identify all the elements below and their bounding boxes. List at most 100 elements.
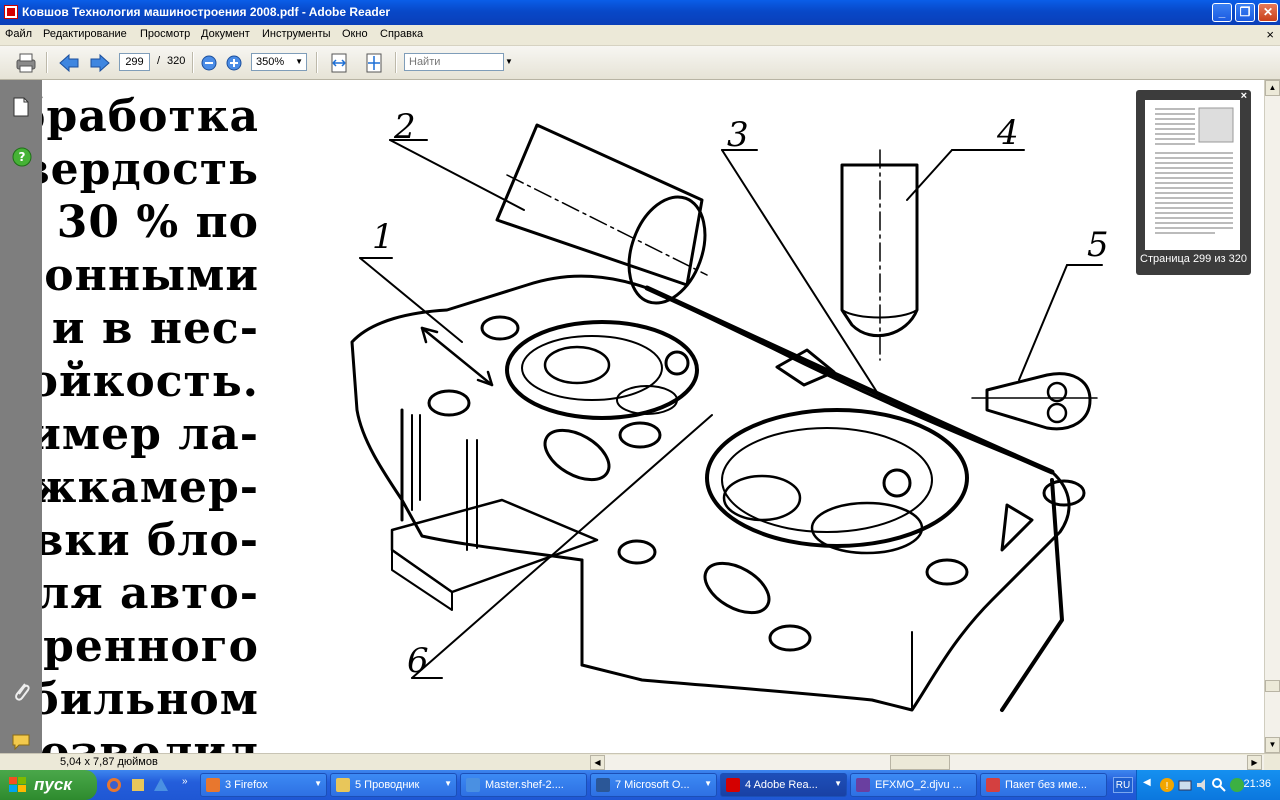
scroll-up-button[interactable]: ▲ — [1265, 80, 1280, 96]
text-line: обильном — [42, 674, 259, 725]
quicklaunch-expand-icon[interactable]: » — [182, 776, 188, 787]
taskbar-button-adobe-reader[interactable]: 4 Adobe Rea... ▼ — [720, 773, 847, 797]
thumbnail-label: Страница 299 из 320 — [1140, 253, 1247, 265]
firefox-quicklaunch-icon[interactable] — [106, 777, 122, 793]
zoom-value: 350% — [256, 56, 285, 68]
taskbar-button-firefox[interactable]: 3 Firefox ▼ — [200, 773, 327, 797]
search-input[interactable]: Найти — [404, 53, 504, 71]
menu-document[interactable]: Документ — [201, 28, 250, 40]
taskbar-button-master[interactable]: Master.shef-2.... — [460, 773, 587, 797]
horizontal-scrollbar[interactable]: ◀ ▶ — [590, 755, 1264, 770]
firefox-icon — [206, 778, 220, 792]
start-button[interactable]: пуск — [0, 770, 97, 800]
menu-tools[interactable]: Инструменты — [262, 28, 331, 40]
text-line: ежкамер- — [42, 462, 259, 513]
security-alert-icon[interactable]: ! — [1159, 777, 1175, 793]
scroll-left-button[interactable]: ◀ — [590, 755, 605, 770]
vertical-scrollbar[interactable]: ▲ ▼ — [1264, 80, 1280, 753]
quicklaunch-icon[interactable] — [130, 777, 146, 793]
text-line: твердость — [42, 144, 259, 195]
attachments-icon[interactable] — [11, 680, 33, 704]
taskbar-button-label: 7 Microsoft O... — [615, 779, 690, 791]
zoom-out-icon[interactable] — [200, 54, 218, 72]
navigation-panel: ? — [0, 80, 42, 760]
text-line: ционными — [42, 250, 259, 301]
figure-label: 6 — [407, 641, 429, 681]
toolbar-separator — [192, 52, 194, 73]
taskbar-button-label: Master.shef-2.... — [485, 779, 564, 791]
menu-help[interactable]: Справка — [380, 28, 423, 40]
page-number-input[interactable]: 299 — [119, 53, 150, 71]
comments-icon[interactable] — [11, 732, 35, 754]
document-view[interactable]: обработка твердость 30 % по ционными и в… — [42, 80, 1264, 753]
language-indicator[interactable]: RU — [1113, 777, 1133, 793]
scroll-thumb[interactable] — [1265, 680, 1280, 692]
chevron-down-icon: ▼ — [444, 779, 452, 788]
menu-view[interactable]: Просмотр — [140, 28, 190, 40]
windows-logo-icon — [9, 777, 26, 792]
horizontal-scroll-thumb[interactable] — [890, 755, 950, 770]
status-bar: 5,04 x 7,87 дюймов ◀ ▶ — [0, 753, 1280, 771]
zoom-select[interactable]: 350% ▼ — [251, 53, 307, 71]
text-line: позволил — [42, 727, 259, 753]
taskbar-button-image-editor[interactable]: Пакет без име... — [980, 773, 1107, 797]
figure-label: 3 — [727, 115, 749, 155]
text-line: 30 % по — [56, 197, 259, 248]
text-line: обработка — [42, 91, 259, 142]
previous-page-icon[interactable] — [58, 53, 80, 73]
figure-label: 4 — [996, 113, 1019, 153]
page-thumbnail-popup[interactable]: × Страница 299 из 320 — [1136, 90, 1251, 275]
app-icon — [986, 778, 1000, 792]
toolbar-separator — [46, 52, 48, 73]
menu-edit[interactable]: Редактирование — [43, 28, 127, 40]
taskbar-button-microsoft-office[interactable]: 7 Microsoft O... ▼ — [590, 773, 717, 797]
chevron-down-icon: ▼ — [834, 779, 842, 788]
scroll-down-button[interactable]: ▼ — [1265, 737, 1280, 753]
help-icon[interactable]: ? — [11, 146, 33, 168]
taskbar-button-djvu[interactable]: EFXMO_2.djvu ... — [850, 773, 977, 797]
tray-expand-icon[interactable]: ◀ — [1143, 777, 1151, 788]
thumbnail-preview — [1155, 107, 1234, 234]
chevron-down-icon: ▼ — [295, 57, 303, 66]
taskbar-button-label: 3 Firefox — [225, 779, 268, 791]
svg-text:?: ? — [19, 150, 26, 164]
text-line: овки бло- — [42, 515, 259, 566]
menu-file[interactable]: Файл — [5, 28, 32, 40]
toolbar-separator — [316, 52, 318, 73]
text-line: тойкость. — [42, 356, 259, 407]
taskbar-button-label: Пакет без име... — [1005, 779, 1087, 791]
scroll-right-button[interactable]: ▶ — [1247, 755, 1262, 770]
zoom-in-icon[interactable] — [225, 54, 243, 72]
text-line: и в нес- — [51, 303, 259, 354]
page-thumbnail[interactable] — [1145, 100, 1240, 250]
search-icon[interactable] — [1211, 777, 1227, 793]
print-icon[interactable] — [14, 52, 38, 74]
maximize-button[interactable]: ❐ — [1235, 3, 1255, 22]
text-line: имер ла- — [42, 409, 259, 460]
pages-panel-icon[interactable] — [11, 96, 31, 118]
thumbnail-close-icon[interactable]: × — [1241, 90, 1247, 102]
search-dropdown-icon[interactable]: ▼ — [505, 57, 513, 66]
text-line: еля авто- — [42, 568, 259, 619]
title-bar: Ковшов Технология машиностроения 2008.pd… — [0, 0, 1280, 25]
figure-label: 2 — [393, 107, 416, 147]
fit-page-icon[interactable] — [364, 52, 384, 74]
chevron-down-icon: ▼ — [314, 779, 322, 788]
minimize-button[interactable]: _ — [1212, 3, 1232, 22]
menu-bar: Файл Редактирование Просмотр Документ Ин… — [0, 25, 1280, 46]
taskbar-button-explorer[interactable]: 5 Проводник ▼ — [330, 773, 457, 797]
network-icon[interactable] — [1177, 777, 1193, 793]
taskbar-button-label: EFXMO_2.djvu ... — [875, 779, 962, 791]
page-size-label: 5,04 x 7,87 дюймов — [60, 756, 158, 768]
next-page-icon[interactable] — [89, 53, 111, 73]
document-close-button[interactable]: × — [1266, 27, 1274, 42]
volume-icon[interactable] — [1195, 777, 1211, 793]
toolbar-separator — [395, 52, 397, 73]
taskbar-button-label: 5 Проводник — [355, 779, 420, 791]
technical-drawing: 1 2 3 4 5 6 — [350, 107, 1109, 712]
start-label: пуск — [34, 775, 72, 794]
menu-window[interactable]: Окно — [342, 28, 368, 40]
close-button[interactable]: ✕ — [1258, 3, 1278, 22]
quicklaunch-icon[interactable] — [153, 777, 169, 793]
fit-width-icon[interactable] — [329, 52, 349, 74]
